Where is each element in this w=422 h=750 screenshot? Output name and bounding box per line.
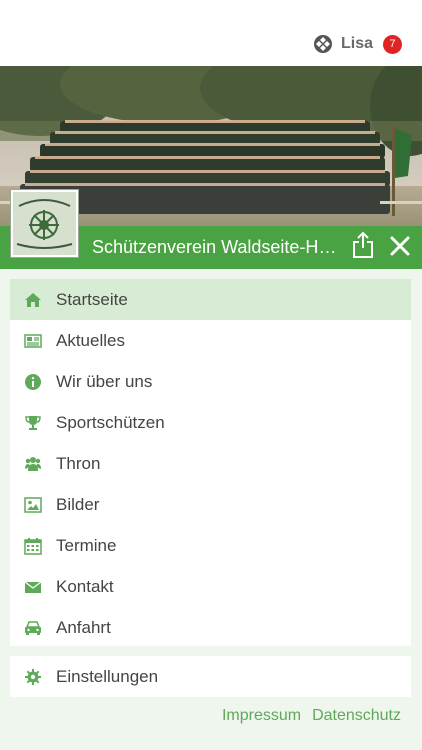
notification-badge[interactable]: 7 [383,34,402,54]
top-bar: Lisa 7 [0,0,422,66]
menu-label: Startseite [56,289,128,309]
envelope-icon [24,581,42,593]
menu-label: Wir über uns [56,371,153,391]
car-icon [25,620,41,635]
datenschutz-link[interactable]: Datenschutz [312,707,401,725]
gear-icon [25,668,41,685]
menu-label: Sportschützen [56,412,165,432]
calendar-icon [24,537,42,555]
newspaper-icon [24,333,42,348]
menu-item-termine[interactable]: Termine [10,525,411,566]
share-icon[interactable] [352,231,374,259]
image-icon [24,496,42,513]
menu-label: Einstellungen [56,666,159,686]
menu-item-einstellungen[interactable]: Einstellungen [10,656,411,697]
menu-label: Aktuelles [56,330,125,350]
club-logo [11,190,78,257]
menu-item-wir-ueber-uns[interactable]: Wir über uns [10,361,411,402]
club-title: Schützenverein Waldseite-Ha... [92,237,340,257]
menu-item-thron[interactable]: Thron [10,443,411,484]
menu-item-aktuelles[interactable]: Aktuelles [10,320,411,361]
menu-item-kontakt[interactable]: Kontakt [10,566,411,607]
user-name[interactable]: Lisa [341,35,373,53]
menu-item-bilder[interactable]: Bilder [10,484,411,525]
trophy-icon [25,415,41,430]
menu-label: Thron [56,453,101,473]
user-menu[interactable]: Lisa 7 [313,33,402,55]
close-icon[interactable] [388,234,412,258]
menu-item-startseite[interactable]: Startseite [10,279,411,320]
menu-label: Anfahrt [56,617,111,637]
menu-label: Kontakt [56,576,114,596]
home-icon [25,292,41,307]
menu-item-anfahrt[interactable]: Anfahrt [10,607,411,648]
settings-menu: Einstellungen [10,656,411,697]
menu-item-sportschuetzen[interactable]: Sportschützen [10,402,411,443]
menu-label: Termine [56,535,117,555]
users-icon [25,456,41,471]
main-menu: Startseite Aktuelles Wir über uns Sports… [10,279,411,646]
menu-label: Bilder [56,494,100,514]
footer-links: Impressum Datenschutz [222,707,401,725]
info-icon [25,373,41,390]
user-logo-icon [313,35,332,53]
impressum-link[interactable]: Impressum [222,707,301,725]
